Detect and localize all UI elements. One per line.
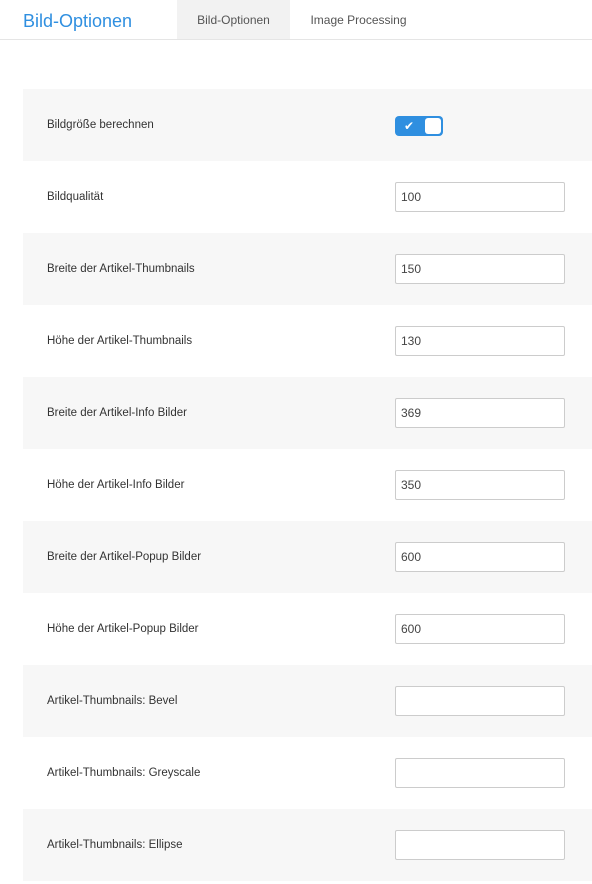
setting-label: Höhe der Artikel-Thumbnails xyxy=(47,335,193,347)
setting-label: Höhe der Artikel-Info Bilder xyxy=(47,479,185,491)
setting-row-popup-image-width: Breite der Artikel-Popup Bilder xyxy=(23,521,592,593)
thumbnail-bevel-input[interactable] xyxy=(395,686,565,716)
setting-row-thumbnail-bevel: Artikel-Thumbnails: Bevel xyxy=(23,665,592,737)
tab-bild-optionen[interactable]: Bild-Optionen xyxy=(177,0,290,39)
info-image-height-input[interactable] xyxy=(395,470,565,500)
setting-label: Bildgröße berechnen xyxy=(47,119,154,131)
thumbnail-width-input[interactable] xyxy=(395,254,565,284)
settings-form: Bildgröße berechnen ✔ Bildqualität Breit… xyxy=(23,89,592,881)
setting-label: Breite der Artikel-Info Bilder xyxy=(47,407,187,419)
setting-label: Artikel-Thumbnails: Bevel xyxy=(47,695,178,707)
setting-row-thumbnail-width: Breite der Artikel-Thumbnails xyxy=(23,233,592,305)
setting-label: Artikel-Thumbnails: Ellipse xyxy=(47,839,183,851)
thumbnail-ellipse-input[interactable] xyxy=(395,830,565,860)
calc-image-size-toggle[interactable]: ✔ xyxy=(395,116,443,136)
tab-image-processing[interactable]: Image Processing xyxy=(290,0,427,39)
info-image-width-input[interactable] xyxy=(395,398,565,428)
header-bar: Bild-Optionen Bild-Optionen Image Proces… xyxy=(0,0,592,40)
setting-row-info-image-width: Breite der Artikel-Info Bilder xyxy=(23,377,592,449)
setting-row-thumbnail-greyscale: Artikel-Thumbnails: Greyscale xyxy=(23,737,592,809)
setting-label: Breite der Artikel-Popup Bilder xyxy=(47,551,202,563)
popup-image-height-input[interactable] xyxy=(395,614,565,644)
setting-row-calc-image-size: Bildgröße berechnen ✔ xyxy=(23,89,592,161)
popup-image-width-input[interactable] xyxy=(395,542,565,572)
image-quality-input[interactable] xyxy=(395,182,565,212)
setting-label: Höhe der Artikel-Popup Bilder xyxy=(47,623,199,635)
toggle-knob xyxy=(425,118,441,134)
page-title: Bild-Optionen xyxy=(23,11,133,31)
setting-row-thumbnail-ellipse: Artikel-Thumbnails: Ellipse xyxy=(23,809,592,881)
setting-row-image-quality: Bildqualität xyxy=(23,161,592,233)
thumbnail-height-input[interactable] xyxy=(395,326,565,356)
thumbnail-greyscale-input[interactable] xyxy=(395,758,565,788)
setting-row-info-image-height: Höhe der Artikel-Info Bilder xyxy=(23,449,592,521)
setting-row-popup-image-height: Höhe der Artikel-Popup Bilder xyxy=(23,593,592,665)
setting-label: Bildqualität xyxy=(47,191,104,203)
check-icon: ✔ xyxy=(404,119,415,133)
setting-label: Artikel-Thumbnails: Greyscale xyxy=(47,767,201,779)
setting-row-thumbnail-height: Höhe der Artikel-Thumbnails xyxy=(23,305,592,377)
setting-label: Breite der Artikel-Thumbnails xyxy=(47,263,195,275)
